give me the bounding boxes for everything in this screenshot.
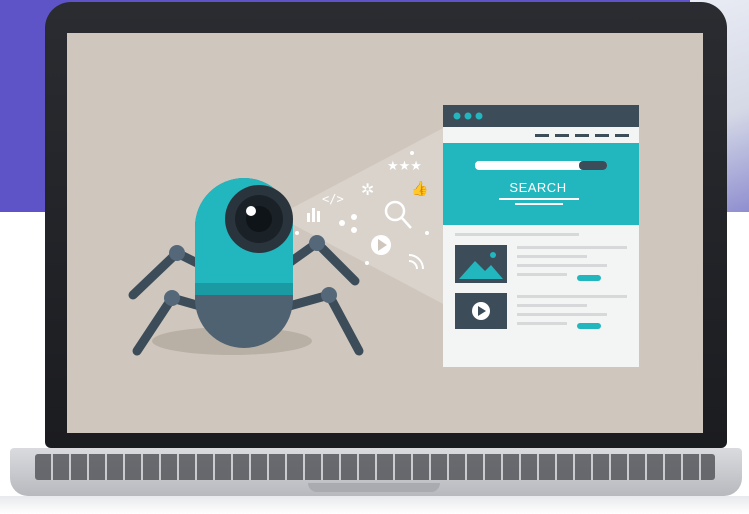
code-icon: </> [322, 192, 344, 206]
play-icon [371, 235, 391, 255]
thumbs-up-icon: 👍 [411, 180, 428, 197]
keyboard [35, 454, 715, 480]
floor-reflection [0, 496, 749, 514]
gear-icon: ✲ [361, 180, 374, 199]
laptop-notch [308, 483, 440, 492]
video-icon [455, 293, 507, 329]
laptop-screen: ★★★ </> ✲ 👍 [67, 33, 703, 433]
image-icon [455, 245, 507, 283]
search-label: SEARCH [509, 180, 567, 195]
browser-window [443, 105, 639, 367]
camera-eye-icon [225, 185, 293, 253]
browser-titlebar [443, 105, 639, 127]
scan-beam [277, 126, 447, 306]
stars-icon: ★★★ [387, 159, 422, 174]
illustration: ★★★ </> ✲ 👍 [128, 105, 639, 367]
robot-band [195, 283, 293, 295]
